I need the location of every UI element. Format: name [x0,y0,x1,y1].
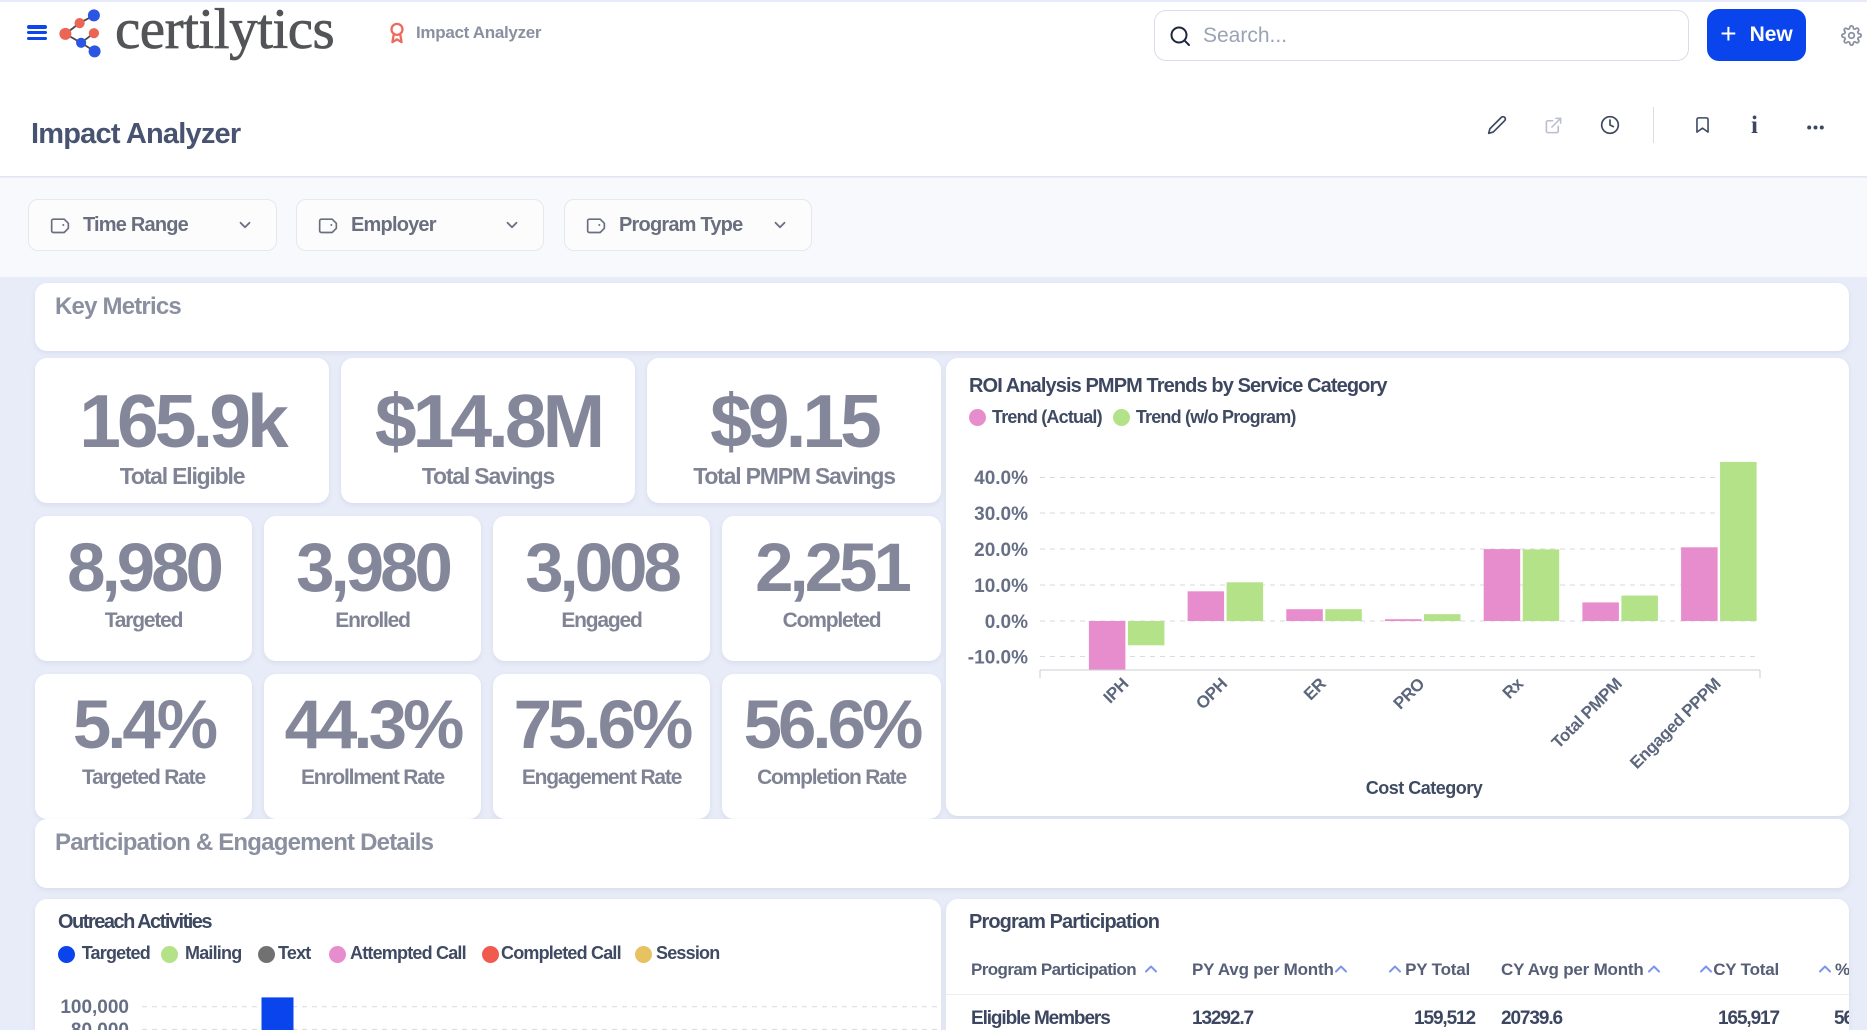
svg-text:Cost Category: Cost Category [1366,778,1483,798]
svg-text:ER: ER [1300,674,1330,704]
svg-text:Total PMPM: Total PMPM [1548,674,1626,752]
svg-text:40.0%: 40.0% [974,468,1028,489]
svg-text:Engaged PPPM: Engaged PPPM [1626,674,1724,772]
svg-text:10.0%: 10.0% [974,576,1028,597]
svg-text:100,000: 100,000 [60,997,129,1018]
svg-text:IPH: IPH [1100,674,1133,707]
svg-text:30.0%: 30.0% [974,504,1028,525]
svg-text:Rx: Rx [1499,674,1528,703]
svg-text:80,000: 80,000 [71,1020,129,1030]
svg-text:-10.0%: -10.0% [968,648,1028,669]
svg-text:0.0%: 0.0% [985,612,1028,633]
svg-text:20.0%: 20.0% [974,540,1028,561]
svg-text:PRO: PRO [1390,674,1429,713]
svg-text:OPH: OPH [1192,674,1231,713]
